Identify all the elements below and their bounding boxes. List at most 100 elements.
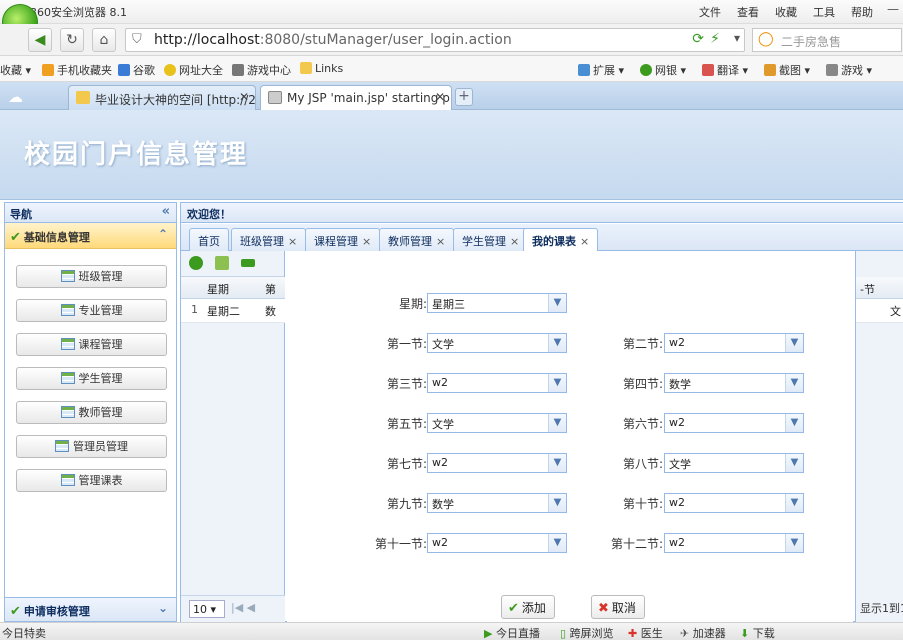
- period-8-select[interactable]: 文学 ▼: [664, 453, 804, 473]
- tab-my-timetable[interactable]: 我的课表 ×: [523, 228, 599, 252]
- check-icon: ✔: [10, 230, 21, 245]
- period-3-select[interactable]: w2 ▼: [427, 373, 567, 393]
- tab-student[interactable]: 学生管理 ×: [453, 228, 529, 251]
- weekday-select[interactable]: 星期三 ▼: [427, 293, 567, 313]
- nav-course-button[interactable]: 课程管理: [16, 333, 167, 356]
- fav-google[interactable]: 谷歌: [118, 62, 155, 78]
- search-input[interactable]: ◯ 二手房急售: [752, 28, 902, 52]
- add-icon[interactable]: [189, 256, 203, 270]
- status-accelerator[interactable]: ✈ 加速器: [680, 625, 726, 640]
- period-1-select[interactable]: 文学 ▼: [427, 333, 567, 353]
- period-5-select[interactable]: 文学 ▼: [427, 413, 567, 433]
- address-toolbar: ◀ ↻ ⌂ ⛉ http://localhost:8080/stuManager…: [0, 24, 903, 56]
- cloud-icon[interactable]: ☁: [8, 88, 23, 106]
- add-button[interactable]: ✔ 添加: [501, 595, 555, 619]
- menu-view[interactable]: 查看: [737, 4, 759, 20]
- nav-major-button[interactable]: 专业管理: [16, 299, 167, 322]
- timetable-grid-right: -节 文 显示1到1: [855, 251, 903, 623]
- status-download[interactable]: ⬇ 下载: [740, 625, 775, 640]
- edit-icon[interactable]: [215, 256, 229, 270]
- nav-teacher-button[interactable]: 教师管理: [16, 401, 167, 424]
- speed-mode-icon[interactable]: ⚡: [710, 31, 720, 47]
- close-icon[interactable]: ✕: [239, 90, 249, 104]
- fav-hao[interactable]: 网址大全: [164, 62, 223, 78]
- ext-button[interactable]: 扩展 ▾: [578, 62, 624, 78]
- period-9-select[interactable]: 数学 ▼: [427, 493, 567, 513]
- menu-file[interactable]: 文件: [699, 4, 721, 20]
- new-tab-icon[interactable]: +: [455, 88, 473, 106]
- bank-button[interactable]: 网银 ▾: [640, 62, 686, 78]
- page-size-select[interactable]: 10 ▾: [189, 600, 225, 618]
- url-field[interactable]: ⛉ http://localhost:8080/stuManager/user_…: [125, 28, 745, 52]
- cancel-button[interactable]: ✖ 取消: [591, 595, 645, 619]
- row-index: 1: [191, 303, 198, 316]
- menu-tools[interactable]: 工具: [813, 4, 835, 20]
- tab-teacher[interactable]: 教师管理 ×: [379, 228, 455, 251]
- bookmark-icon: [42, 64, 54, 76]
- tab-class[interactable]: 班级管理 ×: [231, 228, 307, 251]
- browser-tab-2[interactable]: My JSP 'main.jsp' starting p ✕: [260, 85, 452, 111]
- pager-info: 显示1到1: [860, 602, 903, 615]
- period-1-label: 第一节:: [386, 337, 427, 351]
- nav-student-button[interactable]: 学生管理: [16, 367, 167, 390]
- browser-statusbar: 今日特卖 ▶ 今日直播 ▯ 跨屏浏览 ✚ 医生 ✈ 加速器 ⬇ 下载: [0, 622, 903, 640]
- security-shield-icon: ⛉: [132, 32, 142, 47]
- fav-mobile[interactable]: 手机收藏夹: [42, 62, 112, 78]
- chevron-down-icon[interactable]: ⌄: [158, 601, 168, 615]
- status-live[interactable]: ▶ 今日直播: [484, 625, 540, 640]
- status-doctor[interactable]: ✚ 医生: [628, 625, 663, 640]
- tab-home[interactable]: 首页: [189, 228, 229, 251]
- fav-games[interactable]: 游戏中心: [232, 62, 291, 78]
- remove-icon[interactable]: [241, 259, 255, 267]
- cell-period: 文: [890, 305, 901, 318]
- timetable-grid: 星期 第 1 星期二 数 10 ▾ |◀ ◀: [181, 251, 285, 623]
- period-12-select[interactable]: w2 ▼: [664, 533, 804, 553]
- accordion-basic-info[interactable]: ✔ 基础信息管理 ⌃: [5, 223, 176, 249]
- close-icon[interactable]: ✕: [435, 90, 445, 104]
- main-panel: 欢迎您！ 首页 班级管理 × 课程管理 × 教师管理 × 学生管理 × 我的课表 × 星期…: [180, 202, 903, 623]
- web-page: 校园门户信息管理 导航 « ✔ 基础信息管理 ⌃ 班级管理 专业管理 课程管理 学…: [0, 110, 903, 623]
- header-period1[interactable]: 第: [265, 281, 276, 297]
- table-row[interactable]: 文: [856, 299, 903, 323]
- game-button[interactable]: 游戏 ▾: [826, 62, 872, 78]
- reload-icon[interactable]: ↻: [60, 28, 84, 52]
- menu-help[interactable]: 帮助: [851, 4, 873, 20]
- first-page-icon[interactable]: |◀ ◀: [231, 601, 255, 614]
- nav-timetable-button[interactable]: 管理课表: [16, 469, 167, 492]
- screenshot-button[interactable]: 截图 ▾: [764, 62, 810, 78]
- accordion-body: 班级管理 专业管理 课程管理 学生管理 教师管理 管理员管理 管理课表: [5, 249, 176, 591]
- nav-class-button[interactable]: 班级管理: [16, 265, 167, 288]
- grid-icon: [60, 338, 75, 350]
- status-deals[interactable]: 今日特卖: [2, 625, 46, 640]
- collapse-left-icon[interactable]: «: [162, 204, 170, 219]
- url-dropdown-icon[interactable]: ▾: [734, 31, 740, 45]
- chevron-up-icon[interactable]: ⌃: [158, 227, 168, 241]
- accordion-review[interactable]: ✔ 申请审核管理 ⌄: [5, 597, 176, 621]
- fav-links[interactable]: Links: [300, 62, 343, 75]
- refresh-icon[interactable]: ⟳: [692, 31, 704, 47]
- translate-button[interactable]: 翻译 ▾: [702, 62, 748, 78]
- back-icon[interactable]: ◀: [28, 28, 52, 52]
- tab-course[interactable]: 课程管理 ×: [305, 228, 381, 251]
- browser-tab-1[interactable]: 毕业设计大神的空间 [http://2 ✕: [68, 85, 256, 110]
- nav-panel: 导航 « ✔ 基础信息管理 ⌃ 班级管理 专业管理 课程管理 学生管理 教师管理 …: [4, 202, 177, 622]
- status-cross-screen[interactable]: ▯ 跨屏浏览: [560, 625, 614, 640]
- grid-icon: [60, 372, 75, 384]
- period-10-select[interactable]: w2 ▼: [664, 493, 804, 513]
- header-day[interactable]: 星期: [207, 281, 229, 297]
- favorites-menu[interactable]: 收藏 ▾: [0, 62, 31, 78]
- period-2-select[interactable]: w2 ▼: [664, 333, 804, 353]
- weekday-row: 星期: 星期三 ▼: [287, 293, 587, 313]
- period-7-select[interactable]: w2 ▼: [427, 453, 567, 473]
- period-11-select[interactable]: w2 ▼: [427, 533, 567, 553]
- period-6-select[interactable]: w2 ▼: [664, 413, 804, 433]
- table-row[interactable]: 1 星期二 数: [181, 299, 285, 323]
- home-icon[interactable]: ⌂: [92, 28, 116, 52]
- period-4-select[interactable]: 数学 ▼: [664, 373, 804, 393]
- menu-favorites[interactable]: 收藏: [775, 4, 797, 20]
- header-period[interactable]: -节: [860, 281, 875, 297]
- minimize-icon[interactable]: —: [887, 2, 899, 16]
- chevron-down-icon: ▼: [785, 334, 803, 352]
- close-icon: ×: [362, 235, 372, 248]
- nav-admin-button[interactable]: 管理员管理: [16, 435, 167, 458]
